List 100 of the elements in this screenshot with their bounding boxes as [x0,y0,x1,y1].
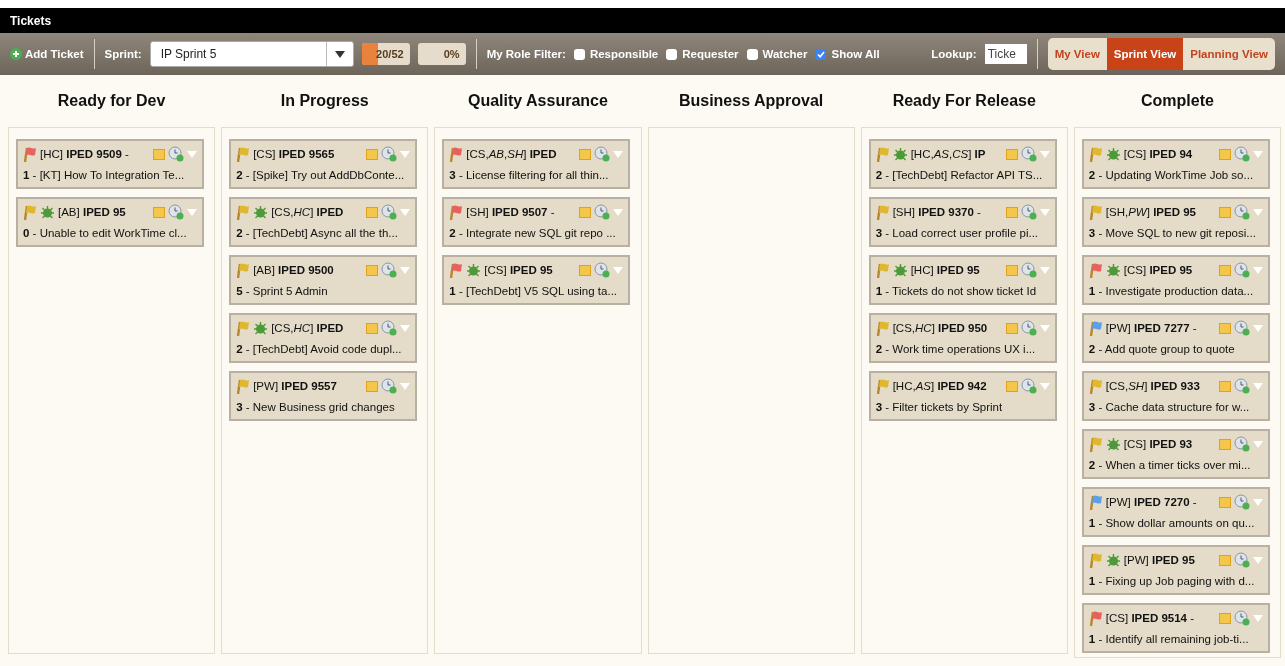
ticket-card[interactable]: [SH] IPED 9370 - 3 - Load correct user profile pi... [868,197,1057,247]
note-icon[interactable] [1218,554,1231,566]
ticket-card[interactable]: [PW] IPED 7277 - 2 - Add quote group to quote [1081,313,1270,363]
ticket-card[interactable]: [CS] IPED 9514 - 1 - Identify all remaining job-ti... [1081,603,1270,653]
clock-icon[interactable] [381,378,398,394]
checkbox[interactable] [573,48,585,60]
clock-icon[interactable] [1233,204,1250,220]
ticket-card[interactable]: [CS] IPED 94 2 - Updating WorkTime Job so... [1081,139,1270,189]
clock-icon[interactable] [1233,262,1250,278]
clock-icon[interactable] [1233,436,1250,452]
clock-icon[interactable] [168,204,184,220]
ticket-card[interactable]: [HC] IPED 95 1 - Tickets do not show ticket Id [868,255,1057,305]
clock-icon[interactable] [1020,204,1037,220]
note-icon[interactable] [366,148,379,160]
add-ticket-button[interactable]: Add Ticket [10,48,84,60]
checkbox[interactable] [746,48,758,60]
ticket-card[interactable]: [CS] IPED 95 1 - [TechDebt] V5 SQL using ta... [442,255,631,305]
clock-icon[interactable] [1020,378,1037,394]
clock-icon[interactable] [1233,610,1250,626]
note-icon[interactable] [1218,380,1231,392]
note-icon[interactable] [366,322,379,334]
note-icon[interactable] [366,264,379,276]
clock-icon[interactable] [1233,552,1250,568]
caret-icon[interactable] [400,150,411,158]
caret-icon[interactable] [1252,266,1263,274]
note-icon[interactable] [579,148,592,160]
note-icon[interactable] [153,206,165,218]
caret-icon[interactable] [400,382,411,390]
caret-icon[interactable] [613,208,624,216]
checkbox[interactable] [666,48,678,60]
checkbox[interactable] [815,48,827,60]
note-icon[interactable] [1218,438,1231,450]
clock-icon[interactable] [1020,262,1037,278]
ticket-card[interactable]: [CS,HC] IPED 2 - [TechDebt] Avoid code dupl... [229,313,418,363]
clock-icon[interactable] [594,146,611,162]
caret-icon[interactable] [1039,208,1050,216]
ticket-card[interactable]: [AB] IPED 9500 5 - Sprint 5 Admin [229,255,418,305]
ticket-card[interactable]: [HC,AS,CS] IP 2 - [TechDebt] Refactor API TS... [868,139,1057,189]
caret-icon[interactable] [400,208,411,216]
caret-icon[interactable] [1039,266,1050,274]
caret-icon[interactable] [1252,382,1263,390]
caret-icon[interactable] [1039,324,1050,332]
caret-icon[interactable] [187,150,197,158]
note-icon[interactable] [1218,612,1231,624]
caret-icon[interactable] [400,324,411,332]
view-tab[interactable]: My View [1047,38,1107,70]
caret-icon[interactable] [1252,498,1263,506]
note-icon[interactable] [1218,148,1231,160]
caret-icon[interactable] [1252,208,1263,216]
clock-icon[interactable] [594,262,611,278]
caret-icon[interactable] [400,266,411,274]
ticket-card[interactable]: [CS] IPED 9565 2 - [Spike] Try out AddDbConte... [229,139,418,189]
clock-icon[interactable] [381,320,398,336]
ticket-card[interactable]: [CS,SH] IPED 933 3 - Cache data structure for w... [1081,371,1270,421]
ticket-card[interactable]: [SH] IPED 9507 - 2 - Integrate new SQL git repo ... [442,197,631,247]
ticket-card[interactable]: [CS,HC] IPED 2 - [TechDebt] Async all the th... [229,197,418,247]
caret-icon[interactable] [1039,150,1050,158]
ticket-card[interactable]: [PW] IPED 7270 - 1 - Show dollar amounts on qu... [1081,487,1270,537]
caret-icon[interactable] [1252,440,1263,448]
ticket-card[interactable]: [CS,HC] IPED 950 2 - Work time operations UX i... [868,313,1057,363]
clock-icon[interactable] [1233,320,1250,336]
ticket-card[interactable]: [HC,AS] IPED 942 3 - Filter tickets by Sprint [868,371,1057,421]
note-icon[interactable] [1005,322,1018,334]
note-icon[interactable] [1218,206,1231,218]
ticket-card[interactable]: [CS] IPED 93 2 - When a timer ticks over mi... [1081,429,1270,479]
caret-icon[interactable] [1039,382,1050,390]
view-tab[interactable]: Planning View [1183,38,1275,70]
note-icon[interactable] [579,206,592,218]
note-icon[interactable] [366,380,379,392]
ticket-card[interactable]: [CS,AB,SH] IPED 3 - License filtering for all thin... [442,139,631,189]
lookup-field[interactable]: Ticke [984,44,1027,64]
caret-icon[interactable] [1252,150,1263,158]
ticket-card[interactable]: [CS] IPED 95 1 - Investigate production data... [1081,255,1270,305]
ticket-card[interactable]: [HC] IPED 9509 - 1 - [KT] How To Integration Te... [16,139,204,189]
note-icon[interactable] [1005,380,1018,392]
ticket-card[interactable]: [PW] IPED 95 1 - Fixing up Job paging with d... [1081,545,1270,595]
note-icon[interactable] [366,206,379,218]
view-tab[interactable]: Sprint View [1106,38,1184,70]
caret-icon[interactable] [1252,614,1263,622]
caret-icon[interactable] [1252,556,1263,564]
note-icon[interactable] [1005,206,1018,218]
clock-icon[interactable] [381,204,398,220]
clock-icon[interactable] [1233,378,1250,394]
clock-icon[interactable] [1020,146,1037,162]
clock-icon[interactable] [1020,320,1037,336]
note-icon[interactable] [1218,496,1231,508]
clock-icon[interactable] [168,146,184,162]
note-icon[interactable] [153,148,165,160]
ticket-card[interactable]: [SH,PW] IPED 95 3 - Move SQL to new git reposi... [1081,197,1270,247]
ticket-card[interactable]: [AB] IPED 95 0 - Unable to edit WorkTime cl... [16,197,204,247]
caret-icon[interactable] [613,150,624,158]
note-icon[interactable] [1218,322,1231,334]
note-icon[interactable] [1005,264,1018,276]
ticket-card[interactable]: [PW] IPED 9557 3 - New Business grid changes [229,371,418,421]
caret-icon[interactable] [613,266,624,274]
clock-icon[interactable] [381,146,398,162]
clock-icon[interactable] [381,262,398,278]
clock-icon[interactable] [1233,146,1250,162]
caret-icon[interactable] [1252,324,1263,332]
sprint-dropdown[interactable]: IP Sprint 5 [149,41,354,67]
